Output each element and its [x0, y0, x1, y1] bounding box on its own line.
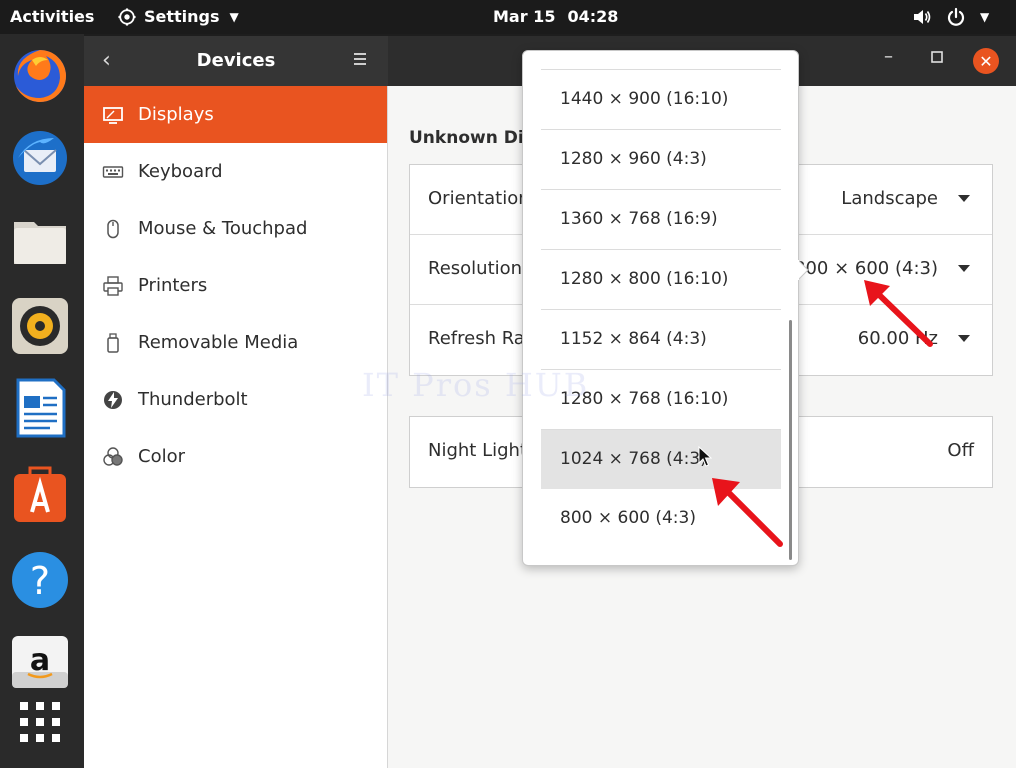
keyboard-icon [102, 161, 124, 183]
mouse-cursor-icon [698, 446, 712, 467]
sidebar-item-label: Printers [138, 275, 208, 296]
resolution-option-label: 1280 × 800 (16:10) [560, 269, 729, 289]
resolution-option-label: 1440 × 900 (16:10) [560, 89, 729, 109]
resolution-option-label: 1280 × 960 (4:3) [560, 149, 707, 169]
sidebar-item-removable-media[interactable]: Removable Media [84, 314, 387, 371]
close-icon: ✕ [979, 51, 993, 71]
svg-text:a: a [30, 643, 50, 678]
popover-pointer [798, 260, 809, 280]
sidebar-item-keyboard[interactable]: Keyboard [84, 143, 387, 200]
resolution-option-label: 800 × 600 (4:3) [560, 508, 696, 528]
chevron-down-icon: ▼ [229, 9, 239, 24]
night-light-value: Off [947, 440, 974, 461]
thunderbolt-icon [102, 389, 124, 411]
removable-media-icon [102, 332, 124, 354]
sidebar-item-mouse-touchpad[interactable]: Mouse & Touchpad [84, 200, 387, 257]
gear-icon [118, 7, 136, 26]
panel-title: Devices [196, 50, 276, 71]
power-icon [947, 7, 965, 26]
mouse-icon [102, 218, 124, 240]
help-icon[interactable]: ? [10, 550, 70, 610]
thunderbird-icon[interactable] [10, 128, 70, 188]
resolution-option[interactable]: 1280 × 800 (16:10) [541, 249, 781, 309]
sidebar-item-label: Displays [138, 104, 214, 125]
close-button[interactable]: ✕ [973, 48, 999, 74]
firefox-icon[interactable] [10, 46, 70, 106]
show-apps-icon[interactable] [10, 692, 70, 752]
resolution-option[interactable]: 1360 × 768 (16:9) [541, 189, 781, 249]
resolution-option[interactable]: 1152 × 864 (4:3) [541, 309, 781, 369]
rhythmbox-icon[interactable] [10, 296, 70, 356]
sidebar-item-label: Mouse & Touchpad [138, 218, 308, 239]
sidebar-item-thunderbolt[interactable]: Thunderbolt [84, 371, 387, 428]
top-bar: Activities Settings ▼ Mar 15 04:28 ▼ [0, 0, 1016, 34]
display-icon [102, 104, 124, 126]
maximize-button[interactable] [930, 50, 944, 64]
row-label: Refresh Ra [428, 328, 525, 349]
dock: ? a [0, 34, 84, 768]
chevron-down-icon: ▼ [980, 10, 990, 24]
annotation-arrow-icon [864, 280, 933, 347]
row-label: Orientation [428, 188, 530, 209]
amazon-icon[interactable]: a [10, 632, 70, 692]
display-name-heading: Unknown Dis [409, 128, 534, 148]
software-icon[interactable] [10, 464, 70, 524]
app-menu[interactable]: Settings ▼ [118, 7, 239, 26]
sidebar-item-displays[interactable]: Displays [84, 86, 387, 143]
sidebar-item-color[interactable]: Color [84, 428, 387, 485]
sidebar-item-label: Keyboard [138, 161, 223, 182]
resolution-option[interactable]: 1280 × 960 (4:3) [541, 129, 781, 189]
system-menu[interactable]: ▼ [912, 7, 989, 27]
files-icon[interactable] [10, 210, 70, 270]
dropdown-arrow-icon [958, 335, 970, 342]
sidebar-item-printers[interactable]: Printers [84, 257, 387, 314]
sidebar-item-label: Removable Media [138, 332, 299, 353]
dropdown-arrow-icon [958, 265, 970, 272]
resolution-option[interactable]: 1440 × 900 (16:10) [541, 69, 781, 129]
hamburger-menu-icon[interactable] [350, 49, 370, 69]
app-name: Settings [144, 7, 220, 26]
sidebar: Displays Keyboard Mouse & Touchpad Print… [84, 86, 388, 768]
resolution-value: 800 × 600 (4:3) [794, 258, 938, 279]
volume-icon [914, 10, 931, 24]
resolution-option-label: 1024 × 768 (4:3) [560, 449, 707, 469]
printer-icon [102, 275, 124, 297]
activities-button[interactable]: Activities [10, 7, 94, 26]
sidebar-item-label: Color [138, 446, 185, 467]
clock-time: 04:28 [567, 7, 619, 26]
orientation-value: Landscape [841, 188, 938, 209]
minimize-button[interactable]: – [884, 46, 893, 67]
sidebar-header: ‹ Devices [84, 36, 388, 86]
row-label: Resolution [428, 258, 523, 279]
resolution-option-label: 1152 × 864 (4:3) [560, 329, 707, 349]
writer-icon[interactable] [10, 378, 70, 438]
svg-text:?: ? [30, 559, 50, 603]
sidebar-item-label: Thunderbolt [138, 389, 248, 410]
watermark: IT Pros HUB [362, 366, 590, 404]
row-label: Night Light [428, 440, 527, 461]
resolution-option-label: 1360 × 768 (16:9) [560, 209, 718, 229]
clock[interactable]: Mar 15 04:28 [493, 7, 618, 26]
dropdown-arrow-icon [958, 195, 970, 202]
annotation-arrow-icon [712, 478, 783, 547]
clock-date: Mar 15 [493, 7, 556, 26]
color-icon [102, 446, 124, 468]
